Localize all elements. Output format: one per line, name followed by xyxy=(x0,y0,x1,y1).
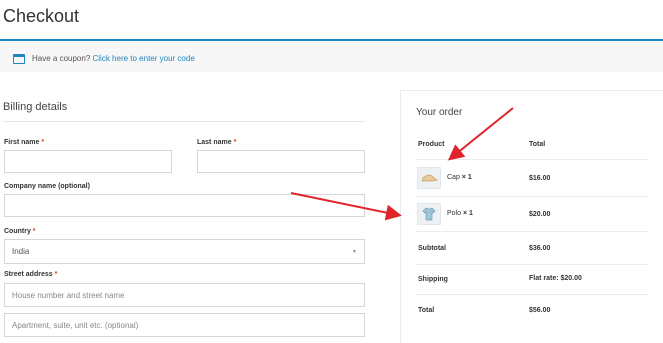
annotation-arrows xyxy=(290,107,514,221)
arrow-to-polo xyxy=(290,192,402,221)
arrow-to-cap xyxy=(447,107,514,161)
